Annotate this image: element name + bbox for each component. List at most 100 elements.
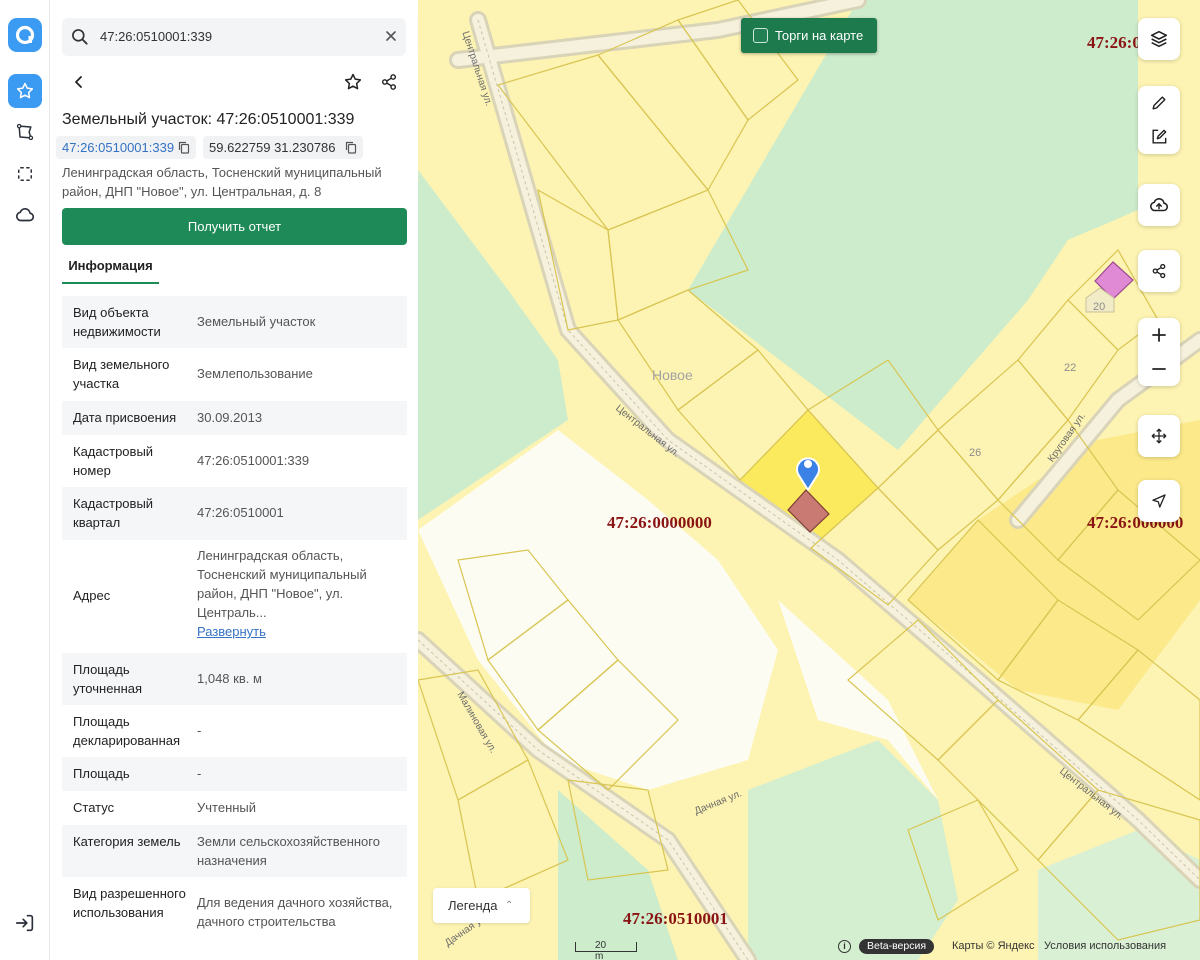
chevron-up-icon: ⌃ (505, 900, 514, 911)
auctions-toggle[interactable]: Торги на карте (741, 18, 877, 53)
measure-tool-button[interactable] (1138, 86, 1180, 120)
map-share-button[interactable] (1138, 250, 1180, 292)
row-value: Для ведения дачного хозяйства, дачного с… (197, 895, 393, 929)
cloud-nav-button[interactable] (8, 198, 42, 232)
map-canvas[interactable] (418, 0, 1200, 960)
left-rail (0, 0, 50, 960)
address-value: Ленинградская область, Тосненский муници… (197, 548, 367, 620)
map-provider-credit[interactable]: Карты © Яндекс (952, 940, 1035, 952)
cadastral-quarter-label: 47:26:0000000 (607, 513, 712, 532)
row-value: - (197, 723, 202, 738)
beta-badge: Beta-версия (859, 939, 935, 954)
row-value: 47:26:0510001 (197, 505, 284, 520)
coordinates-value: 59.622759 31.230786 (209, 140, 336, 155)
logout-icon (15, 914, 34, 932)
search-icon (72, 29, 88, 45)
info-icon[interactable]: i (838, 940, 851, 953)
row-value: Ленинградская область, Тосненский муници… (197, 546, 402, 641)
row-label: Кадастровый номер (73, 444, 154, 478)
row-label: Вид земельного участка (73, 357, 170, 391)
row-label: Вид разрешенного использования (73, 886, 186, 920)
table-row: Адрес Ленинградская область, Тосненский … (62, 540, 407, 653)
row-label: Площадь уточненная (73, 662, 143, 696)
table-row: Дата присвоения 30.09.2013 (62, 401, 407, 435)
draw-tools-control (1138, 86, 1180, 154)
zoom-in-button[interactable] (1138, 318, 1180, 352)
object-panel: 47:26:0510001:339 Земельный участок: 47:… (50, 0, 418, 960)
star-icon (344, 73, 362, 90)
row-label: Площадь (73, 766, 130, 781)
row-label: Кадастровый квартал (73, 496, 154, 530)
table-row: Категория земель Земли сельскохозяйствен… (62, 825, 407, 877)
cloud-upload-icon (1150, 198, 1168, 212)
star-icon (16, 82, 34, 99)
row-value: 30.09.2013 (197, 410, 263, 425)
auctions-toggle-label: Торги на карте (775, 28, 864, 43)
row-label: Адрес (73, 588, 111, 603)
zoom-out-button[interactable] (1138, 352, 1180, 386)
upload-control[interactable] (1138, 184, 1180, 226)
back-button[interactable] (62, 66, 96, 98)
logo-icon (15, 25, 35, 45)
edit-tool-button[interactable] (1138, 120, 1180, 154)
row-label: Категория земель (73, 834, 181, 849)
close-icon[interactable] (384, 29, 398, 43)
cadastral-quarter-label: 47:26:0510001 (623, 909, 728, 928)
table-row: Площадь - (62, 757, 407, 791)
add-favorite-button[interactable] (338, 66, 368, 98)
legend-button[interactable]: Легенда ⌃ (433, 888, 530, 923)
app-logo[interactable] (8, 18, 42, 52)
search-bar[interactable]: 47:26:0510001:339 (62, 18, 406, 56)
table-row: Вид земельного участка Землепользование (62, 348, 407, 401)
search-input[interactable]: 47:26:0510001:339 (100, 29, 212, 44)
row-label: Вид объекта недвижимости (73, 305, 161, 339)
logout-button[interactable] (14, 912, 36, 939)
tab-information[interactable]: Информация (62, 252, 159, 284)
upload-button[interactable] (1138, 184, 1180, 226)
page-title: Земельный участок: 47:26:0510001:339 (62, 111, 355, 128)
layers-button[interactable] (1138, 18, 1180, 60)
navigation-arrow-icon (1152, 494, 1166, 508)
expand-address-link[interactable]: Развернуть (197, 622, 402, 641)
map-share-control[interactable] (1138, 250, 1180, 292)
auctions-checkbox[interactable] (753, 28, 768, 43)
cadastral-number-link[interactable]: 47:26:0510001:339 (62, 140, 174, 155)
plot-number: 22 (1064, 362, 1077, 374)
select-area-nav-button[interactable] (8, 157, 42, 191)
cloud-icon (16, 208, 35, 222)
share-button[interactable] (374, 66, 404, 98)
copy-icon[interactable] (178, 141, 190, 154)
row-label: Площадь декларированная (73, 714, 181, 748)
pan-control[interactable] (1138, 415, 1180, 457)
favorites-nav-button[interactable] (8, 74, 42, 108)
edit-icon (1152, 129, 1167, 144)
copy-icon[interactable] (345, 141, 357, 154)
dashed-square-icon (18, 167, 32, 181)
plus-icon (1152, 328, 1166, 342)
geolocation-control[interactable] (1138, 480, 1180, 522)
route-nav-button[interactable] (8, 115, 42, 149)
row-label: Дата присвоения (73, 410, 177, 425)
coordinates-chip[interactable]: 59.622759 31.230786 (203, 136, 363, 159)
geolocation-button[interactable] (1138, 480, 1180, 522)
row-label: Статус (73, 800, 115, 815)
polygon-tool-icon (16, 123, 34, 141)
share-icon (1152, 263, 1166, 279)
table-row: Вид разрешенного использования Для веден… (62, 877, 407, 941)
row-value: - (197, 766, 202, 781)
get-report-button[interactable]: Получить отчет (62, 208, 407, 245)
layers-control[interactable] (1138, 18, 1180, 60)
object-address: Ленинградская область, Тосненский муници… (62, 165, 382, 199)
terms-link[interactable]: Условия использования (1044, 940, 1166, 952)
row-value: Учтенный (197, 800, 257, 815)
map-view[interactable]: Новое 47:26:000 47:26:0000000 47:26:0000… (418, 0, 1200, 960)
pencil-icon (1152, 96, 1166, 110)
plot-number: 20 (1093, 301, 1106, 313)
cadastral-number-chip[interactable]: 47:26:0510001:339 (56, 136, 196, 159)
share-icon (381, 74, 397, 90)
pan-button[interactable] (1138, 415, 1180, 457)
table-row: Площадь уточненная 1,048 кв. м (62, 653, 407, 705)
row-value: 47:26:0510001:339 (197, 453, 310, 468)
table-row: Кадастровый номер 47:26:0510001:339 (62, 435, 407, 487)
table-row: Статус Учтенный (62, 791, 407, 825)
